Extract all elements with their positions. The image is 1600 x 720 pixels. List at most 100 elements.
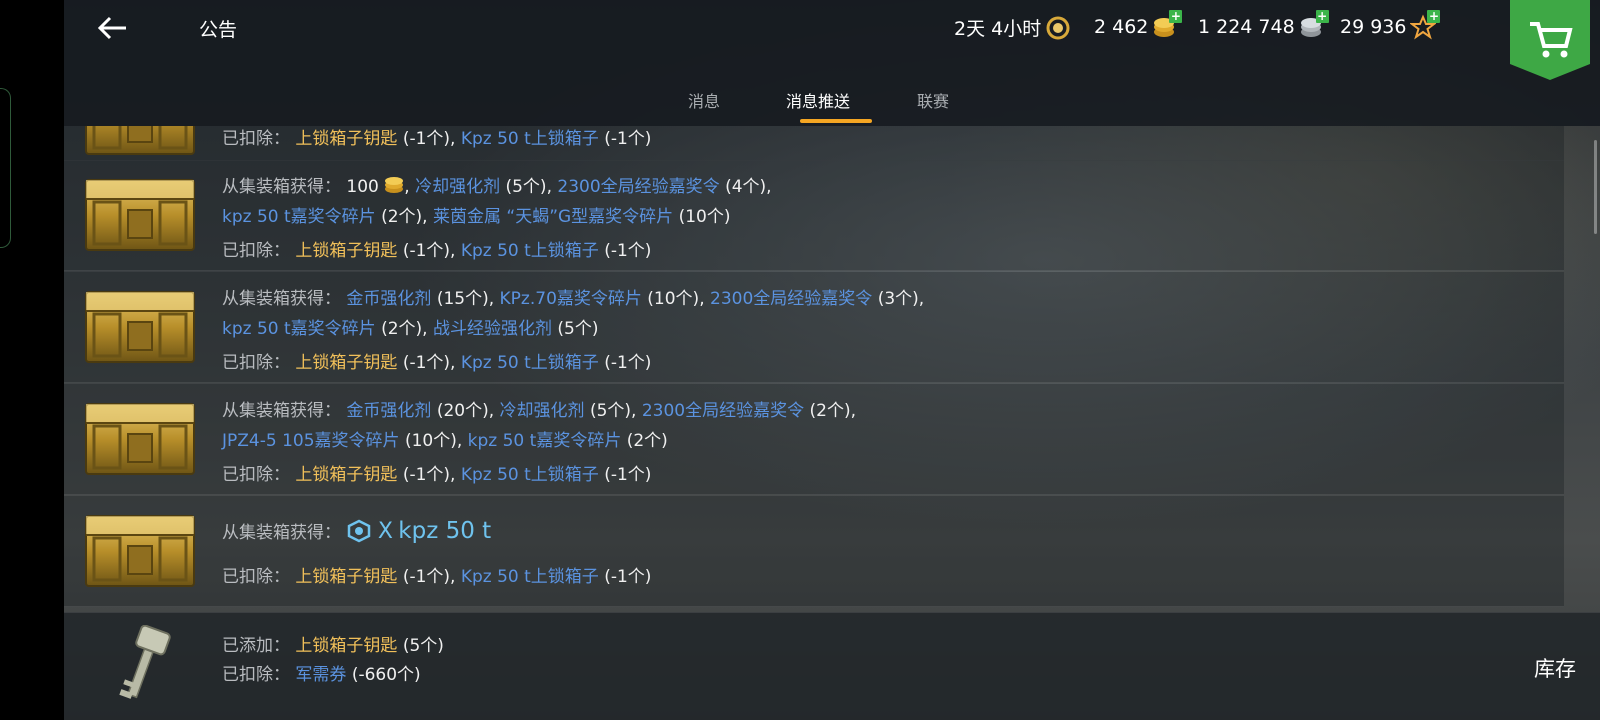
deducted-label: 已扣除： (222, 353, 290, 373)
premium-laurel-icon (1045, 15, 1071, 41)
item-count: (-1个) (604, 353, 652, 373)
item-name[interactable]: kpz 50 t嘉奖令碎片 (468, 431, 622, 451)
list-item: 从集装箱获得： 金币强化剂 (20个), 冷却强化剂 (5个), 2300全局经… (64, 384, 1564, 495)
item-name[interactable]: KPz.70嘉奖令碎片 (500, 289, 642, 309)
obtained-line: 从集装箱获得： 金币强化剂 (20个), 冷却强化剂 (5个), 2300全局经… (222, 401, 857, 421)
container-icon (84, 290, 196, 364)
item-name[interactable]: 冷却强化剂 (415, 177, 500, 197)
add-gold-icon[interactable]: + (1169, 10, 1183, 23)
tank-name[interactable]: kpz 50 t (398, 518, 491, 544)
device-edge-accent (0, 88, 11, 248)
back-button[interactable] (94, 10, 134, 46)
item-name[interactable]: 战斗经验强化剂 (433, 319, 552, 339)
item-count: (2个) (809, 401, 851, 421)
item-count: (5个) (402, 636, 444, 656)
container-icon (84, 402, 196, 476)
key-icon (119, 625, 171, 699)
list-item: 从集装箱获得： 金币强化剂 (15个), KPz.70嘉奖令碎片 (10个), … (64, 272, 1564, 383)
item-name[interactable]: 上锁箱子钥匙 (295, 241, 397, 261)
premium-time-value: 2天 4小时 (954, 18, 1042, 40)
gold-coins-icon: + (1152, 10, 1183, 40)
item-count: (-660个) (351, 665, 421, 685)
cart-icon (1510, 0, 1590, 80)
tab-messages[interactable]: 消息 (688, 88, 720, 112)
top-bar: 公告 2天 4小时 2 462 + 1 224 748 + 29 936 + 消… (64, 0, 1600, 126)
gold-balance[interactable]: 2 462 + (1094, 10, 1183, 40)
obtained-line-2: kpz 50 t嘉奖令碎片 (2个), 莱茵金属 “天蝎”G型嘉奖令碎片 (10… (222, 207, 731, 227)
obtained-label: 从集装箱获得： (222, 177, 341, 197)
list-item: 已扣除： 上锁箱子钥匙 (-1个), Kpz 50 t上锁箱子 (-1个) (64, 126, 1564, 161)
item-count: (15个) (436, 289, 489, 309)
obtained-line-2: kpz 50 t嘉奖令碎片 (2个), 战斗经验强化剂 (5个) (222, 319, 599, 339)
shop-button[interactable] (1510, 0, 1590, 80)
item-name[interactable]: 金币强化剂 (346, 289, 431, 309)
deducted-label: 已扣除： (222, 665, 290, 685)
item-name[interactable]: Kpz 50 t上锁箱子 (461, 567, 599, 587)
deducted-label: 已扣除： (222, 241, 290, 261)
deducted-line: 已扣除： 上锁箱子钥匙 (-1个), Kpz 50 t上锁箱子 (-1个) (222, 241, 652, 261)
item-name[interactable]: 冷却强化剂 (500, 401, 585, 421)
item-name[interactable]: Kpz 50 t上锁箱子 (461, 353, 599, 373)
item-name[interactable]: 莱茵金属 “天蝎”G型嘉奖令碎片 (433, 207, 673, 227)
item-count: (-1个) (604, 567, 652, 587)
inventory-button[interactable]: 库存 (1534, 653, 1576, 683)
device-edge (0, 0, 64, 720)
item-count: (-1个) (402, 129, 451, 149)
item-count: (-1个) (604, 129, 652, 149)
deducted-label: 已扣除： (222, 465, 290, 485)
item-count: (-1个) (402, 241, 451, 261)
tab-push-messages[interactable]: 消息推送 (786, 88, 850, 112)
app-window: 公告 2天 4小时 2 462 + 1 224 748 + 29 936 + 消… (64, 0, 1600, 720)
container-icon (84, 178, 196, 252)
deducted-label: 已扣除： (222, 567, 290, 587)
deducted-line: 已扣除： 军需券 (-660个) (222, 660, 421, 685)
item-count: (-1个) (402, 567, 451, 587)
item-name[interactable]: JPZ4-5 105嘉奖令碎片 (222, 431, 400, 451)
list-item: 从集装箱获得： X kpz 50 t 已扣除： 上锁箱子钥匙 (-1个), Kp… (64, 496, 1564, 607)
add-free-xp-icon[interactable]: + (1427, 10, 1441, 23)
deducted-line: 已扣除： 上锁箱子钥匙 (-1个), Kpz 50 t上锁箱子 (-1个) (222, 129, 652, 149)
scrollbar[interactable] (1594, 140, 1597, 234)
premium-time[interactable]: 2天 4小时 (954, 14, 1071, 41)
item-count: (5个) (505, 177, 547, 197)
obtained-line: 从集装箱获得： 100 , 冷却强化剂 (5个), 2300全局经验嘉奖令 (4… (222, 177, 772, 197)
item-count: (10个) (678, 207, 731, 227)
gold-amount: 100 (346, 177, 379, 197)
item-name[interactable]: 2300全局经验嘉奖令 (710, 289, 872, 309)
silver-balance[interactable]: 1 224 748 + (1198, 10, 1329, 40)
item-count: (2个) (381, 319, 423, 339)
list-item: 从集装箱获得： 100 , 冷却强化剂 (5个), 2300全局经验嘉奖令 (4… (64, 160, 1564, 271)
item-name[interactable]: 上锁箱子钥匙 (295, 465, 397, 485)
item-name[interactable]: 军需券 (295, 665, 346, 685)
item-name[interactable]: 上锁箱子钥匙 (295, 353, 397, 373)
obtained-line: 从集装箱获得： X kpz 50 t (222, 518, 491, 544)
gold-coins-icon (385, 177, 404, 193)
item-name[interactable]: Kpz 50 t上锁箱子 (461, 129, 599, 149)
item-count: (20个) (436, 401, 489, 421)
item-name[interactable]: 金币强化剂 (346, 401, 431, 421)
item-name[interactable]: 上锁箱子钥匙 (295, 129, 397, 149)
item-count: (5个) (557, 319, 599, 339)
deducted-line: 已扣除： 上锁箱子钥匙 (-1个), Kpz 50 t上锁箱子 (-1个) (222, 567, 652, 587)
active-tab-indicator (800, 119, 872, 123)
page-title: 公告 (199, 19, 238, 41)
item-count: (2个) (626, 431, 668, 451)
item-name[interactable]: Kpz 50 t上锁箱子 (461, 465, 599, 485)
item-name[interactable]: 上锁箱子钥匙 (295, 567, 397, 587)
tab-league[interactable]: 联赛 (917, 88, 949, 112)
deducted-label: 已扣除： (222, 129, 290, 149)
item-name[interactable]: 2300全局经验嘉奖令 (642, 401, 804, 421)
bottom-message: 已添加： 上锁箱子钥匙 (5个) 已扣除： 军需券 (-660个) 库存 (64, 612, 1600, 720)
item-name[interactable]: kpz 50 t嘉奖令碎片 (222, 207, 376, 227)
item-name[interactable]: Kpz 50 t上锁箱子 (461, 241, 599, 261)
free-xp-balance[interactable]: 29 936 + (1340, 10, 1441, 40)
tank-premium-icon (348, 519, 371, 543)
item-count: (-1个) (402, 465, 451, 485)
obtained-label: 从集装箱获得： (222, 401, 341, 421)
tank-tier: X (377, 519, 393, 544)
add-silver-icon[interactable]: + (1315, 10, 1329, 23)
item-name[interactable]: 2300全局经验嘉奖令 (557, 177, 719, 197)
item-name[interactable]: 上锁箱子钥匙 (295, 636, 397, 656)
item-name[interactable]: kpz 50 t嘉奖令碎片 (222, 319, 376, 339)
message-list[interactable]: 已扣除： 上锁箱子钥匙 (-1个), Kpz 50 t上锁箱子 (-1个) 从集… (64, 126, 1564, 610)
